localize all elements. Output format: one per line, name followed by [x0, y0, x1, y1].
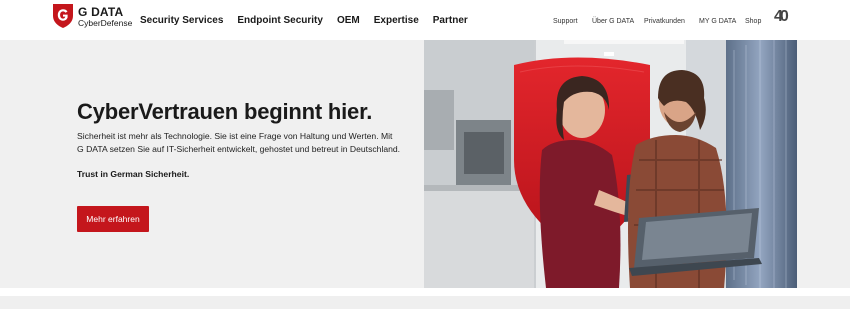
hero-photo-illustration [424, 40, 797, 288]
brand-logo[interactable]: G DATA CyberDefense [52, 3, 132, 31]
hero-title: CyberVertrauen beginnt hier. [77, 99, 373, 124]
nav-expertise[interactable]: Expertise [374, 15, 419, 29]
hero-photo [424, 40, 797, 288]
hero-description-line-1: Sicherheit ist mehr als Technologie. Sie… [77, 131, 393, 141]
hero-description: Sicherheit ist mehr als Technologie. Sie… [77, 130, 407, 156]
meta-nav-support[interactable]: Support [553, 18, 578, 28]
main-navigation: Security Services Endpoint Security OEM … [140, 15, 468, 29]
brand-subtitle: CyberDefense [78, 18, 133, 28]
nav-partner[interactable]: Partner [433, 15, 468, 29]
brand-name: G DATA [78, 5, 124, 19]
anniversary-40-badge[interactable]: 40 [774, 8, 798, 27]
hero-tagline: Trust in German Sicherheit. [77, 169, 190, 179]
nav-security-services[interactable]: Security Services [140, 15, 223, 29]
hero-section: CyberVertrauen beginnt hier. Sicherheit … [0, 40, 850, 288]
next-section-strip [0, 296, 850, 309]
meta-nav-about[interactable]: Über G DATA [592, 18, 634, 28]
hero-description-line-2: G DATA setzen Sie auf IT-Sicherheit entw… [77, 144, 401, 154]
g-data-shield-icon [53, 4, 73, 28]
nav-oem[interactable]: OEM [337, 15, 360, 29]
meta-nav-private-customers[interactable]: Privatkunden [644, 18, 685, 28]
nav-endpoint-security[interactable]: Endpoint Security [237, 15, 323, 29]
meta-nav-shop[interactable]: Shop [745, 18, 761, 28]
site-header: G DATA CyberDefense Security Services En… [0, 0, 850, 40]
meta-nav-my-gdata[interactable]: MY G DATA [699, 18, 736, 28]
learn-more-button[interactable]: Mehr erfahren [77, 206, 149, 232]
anniversary-40-text: 40 [774, 8, 789, 25]
